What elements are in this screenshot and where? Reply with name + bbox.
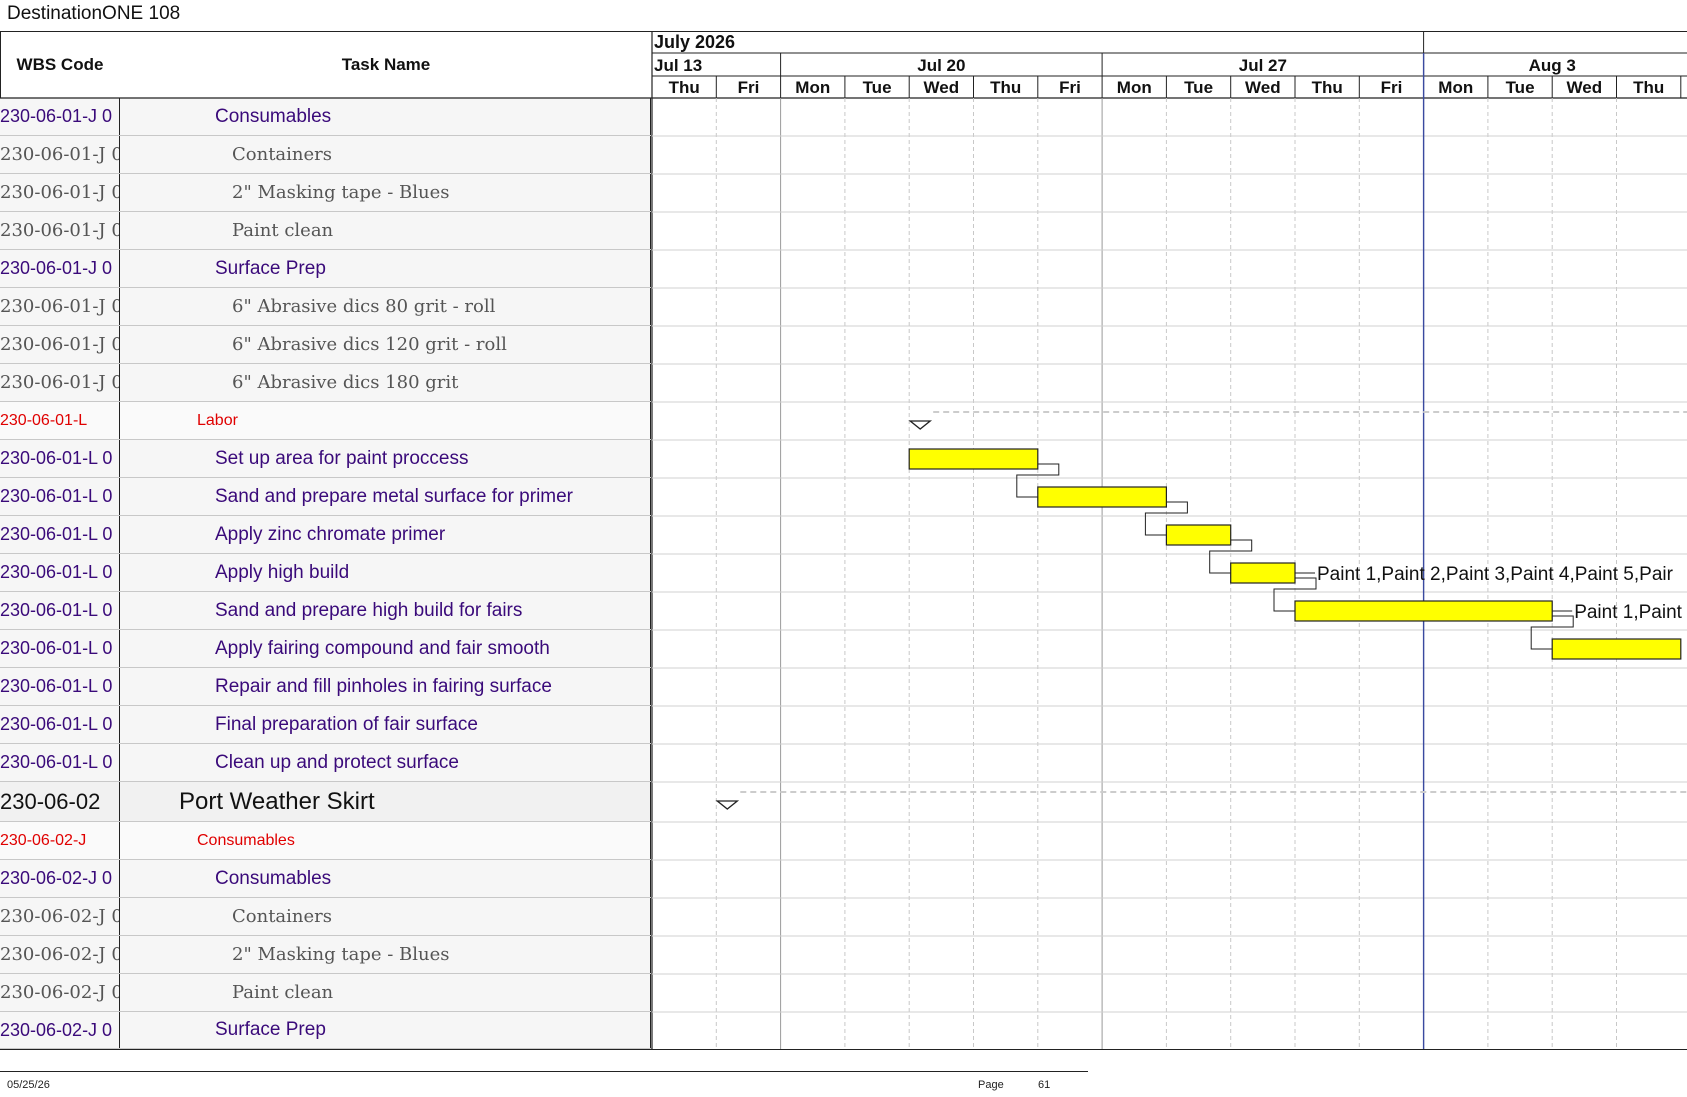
day-label: Thu (990, 78, 1021, 97)
task-bar (1165, 524, 1232, 546)
footer-date: 05/25/26 (7, 1079, 50, 1091)
week-label: Jul 13 (654, 56, 702, 75)
resource-label: Paint 1,Paint 2,Paint 3,Paint 4,Paint 5,… (1317, 564, 1674, 585)
task-bar (1230, 562, 1296, 584)
day-label: Mon (1438, 78, 1473, 97)
summary-marker (908, 420, 933, 430)
footer-divider (0, 1071, 1088, 1072)
week-label: Aug 3 (1529, 56, 1576, 75)
day-label: Thu (669, 78, 700, 97)
footer-page-label: Page (978, 1079, 1004, 1091)
month-label: July 2026 (654, 32, 735, 52)
day-label: Tue (1506, 78, 1535, 97)
resource-label: Paint 1,Paint (1574, 602, 1682, 623)
day-label: Fri (738, 78, 760, 97)
day-label: Wed (1567, 78, 1603, 97)
week-label: Jul 20 (917, 56, 965, 75)
task-bar (1551, 638, 1682, 660)
day-label: Mon (1117, 78, 1152, 97)
day-label: Wed (1245, 78, 1281, 97)
day-label: Fri (1381, 78, 1403, 97)
week-label: Jul 27 (1239, 56, 1287, 75)
day-label: Mon (795, 78, 830, 97)
task-bar (1294, 600, 1553, 622)
summary-marker (715, 800, 740, 810)
day-label: Fri (1059, 78, 1081, 97)
task-bar (1037, 486, 1168, 508)
day-label: Tue (863, 78, 892, 97)
day-label: Tue (1184, 78, 1213, 97)
task-bar (908, 448, 1039, 470)
gantt-chart: July 2026 Jul 13 Jul 20 Jul 27 Aug 3 Thu Fri Mo… (0, 31, 1687, 1049)
day-label: Thu (1312, 78, 1343, 97)
day-label: Wed (924, 78, 960, 97)
footer-page-number: 61 (1038, 1079, 1051, 1091)
day-label: Thu (1633, 78, 1664, 97)
